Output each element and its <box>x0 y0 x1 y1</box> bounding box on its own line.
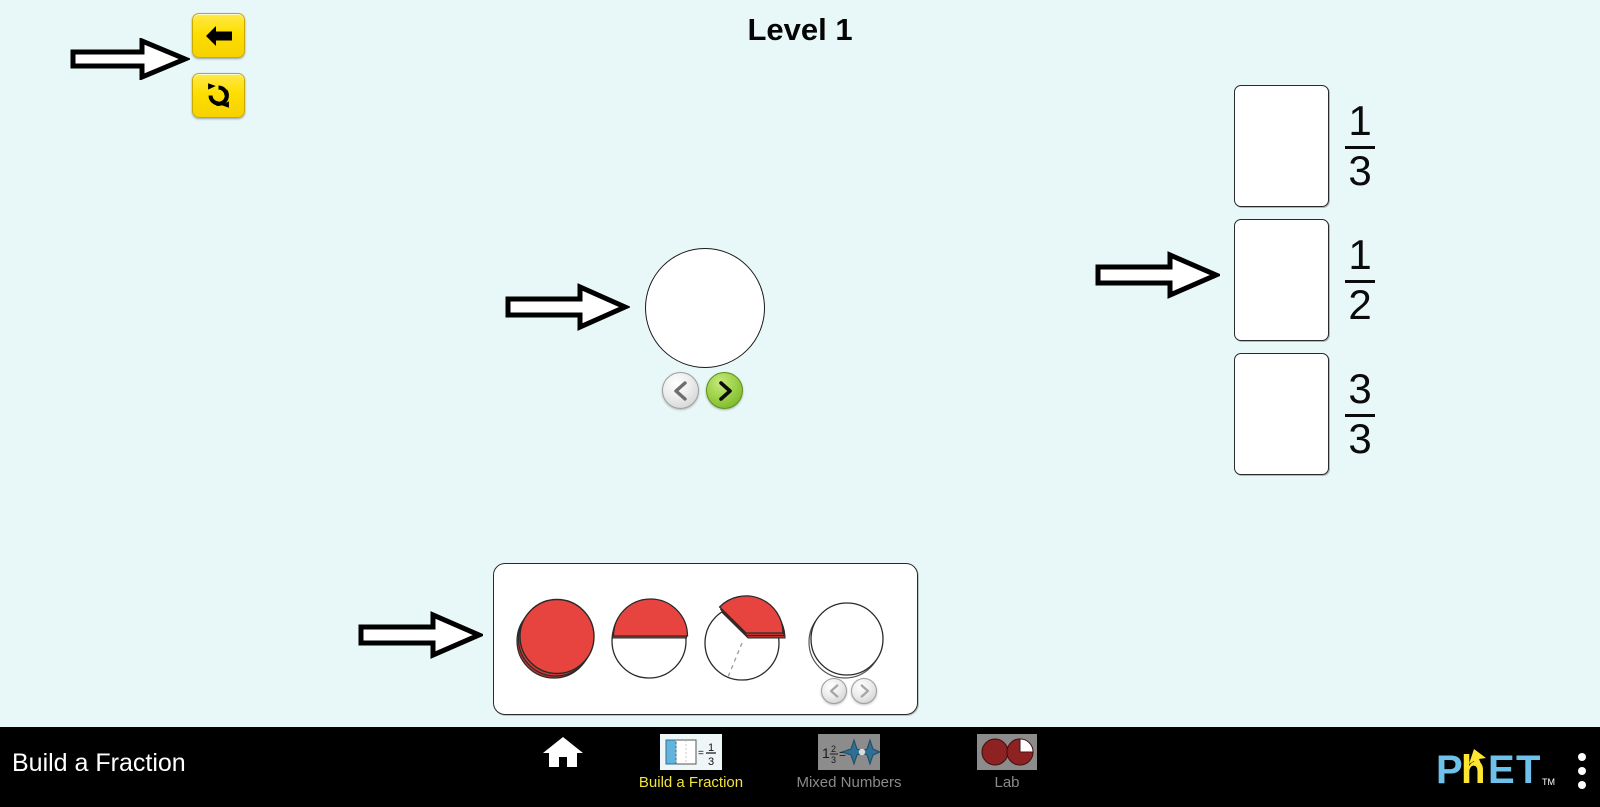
svg-text:2: 2 <box>831 744 836 754</box>
target-row[interactable]: 3 3 <box>1234 353 1375 475</box>
svg-text:TM: TM <box>1542 777 1555 787</box>
toolbox-piece-third-circle[interactable] <box>702 595 788 681</box>
svg-text:T: T <box>1516 748 1540 791</box>
build-next-button[interactable] <box>706 372 743 409</box>
fraction-numerator: 1 <box>1348 96 1372 144</box>
tab-lab[interactable]: Lab <box>942 733 1072 791</box>
toolbox-page-nav <box>821 678 877 704</box>
svg-text:3: 3 <box>831 755 836 765</box>
refresh-icon <box>208 83 229 108</box>
chevron-right-icon <box>718 380 732 401</box>
phet-logo[interactable]: P h E T TM <box>1436 747 1558 791</box>
build-prev-button[interactable] <box>662 372 699 409</box>
svg-text:E: E <box>1488 748 1515 791</box>
toolbox-next-button[interactable] <box>851 678 877 704</box>
target-drop-zone[interactable] <box>1234 219 1329 341</box>
menu-dot <box>1578 753 1586 761</box>
svg-text:1: 1 <box>708 742 714 754</box>
build-target-circle[interactable] <box>645 248 765 368</box>
home-icon <box>543 737 583 767</box>
tab-label: Lab <box>994 774 1020 791</box>
toolbox-prev-button[interactable] <box>821 678 847 704</box>
lab-thumb <box>977 733 1037 771</box>
svg-text:P: P <box>1436 748 1463 791</box>
mixed-numbers-thumb: 1 2 3 = <box>818 733 880 771</box>
target-fraction: 3 3 <box>1345 364 1375 462</box>
build-shape-nav <box>662 372 743 409</box>
options-menu-button[interactable] <box>1578 753 1586 789</box>
toolbox-piece-empty-circle[interactable] <box>804 595 890 681</box>
target-drop-zone[interactable] <box>1234 85 1329 207</box>
pointer-to-toolbox-icon <box>358 611 483 659</box>
svg-text:=: = <box>839 747 846 761</box>
target-fraction: 1 2 <box>1345 230 1375 328</box>
page-title: Level 1 <box>747 12 853 47</box>
refresh-button[interactable] <box>192 73 245 118</box>
target-row[interactable]: 1 2 <box>1234 219 1375 341</box>
toolbox-piece-half-circle[interactable] <box>607 595 693 681</box>
target-fraction: 1 3 <box>1345 96 1375 194</box>
menu-dot <box>1578 781 1586 789</box>
svg-text:3: 3 <box>708 756 714 768</box>
tab-label: Build a Fraction <box>638 774 744 791</box>
pointer-to-targets-icon <box>1095 251 1220 299</box>
fraction-numerator: 1 <box>1348 230 1372 278</box>
svg-text:1: 1 <box>822 745 830 761</box>
nav-tabs: home = 1 3 Build a Frac <box>0 733 1600 791</box>
menu-dot <box>1578 767 1586 775</box>
navigation-bar: Build a Fraction home <box>0 727 1600 807</box>
phet-logo-icon: P h E T TM <box>1436 748 1555 791</box>
fraction-denominator: 3 <box>1348 414 1372 462</box>
chevron-left-icon <box>829 684 838 698</box>
target-drop-zone[interactable] <box>1234 353 1329 475</box>
mixed-numbers-icon: 1 2 3 = <box>818 734 880 770</box>
target-list: 1 3 1 2 3 3 <box>1234 85 1375 475</box>
fraction-bar-icon: = 1 3 <box>660 734 722 770</box>
target-row[interactable]: 1 3 <box>1234 85 1375 207</box>
fraction-piece-toolbox <box>493 563 918 715</box>
chevron-right-icon <box>860 684 869 698</box>
build-a-fraction-thumb: = 1 3 <box>660 733 722 771</box>
fraction-denominator: 2 <box>1348 280 1372 328</box>
fraction-numerator: 3 <box>1348 364 1372 412</box>
lab-circles-icon <box>977 734 1037 770</box>
chevron-left-icon <box>673 380 687 401</box>
tab-label: Mixed Numbers <box>796 774 902 791</box>
svg-text:=: = <box>698 748 704 759</box>
toolbox-piece-whole-circle[interactable] <box>512 595 598 681</box>
tab-mixed-numbers[interactable]: 1 2 3 = Mixed Numbers <box>784 733 914 791</box>
pointer-to-build-circle-icon <box>505 283 630 331</box>
tab-build-a-fraction[interactable]: = 1 3 Build a Fraction <box>626 733 756 791</box>
simulation-screen: Level 1 1 3 1 2 3 3 Build a Fraction = 1… <box>0 0 1600 807</box>
home-icon-wrap <box>542 733 584 771</box>
fraction-denominator: 3 <box>1348 146 1372 194</box>
home-button[interactable]: home <box>528 733 598 791</box>
